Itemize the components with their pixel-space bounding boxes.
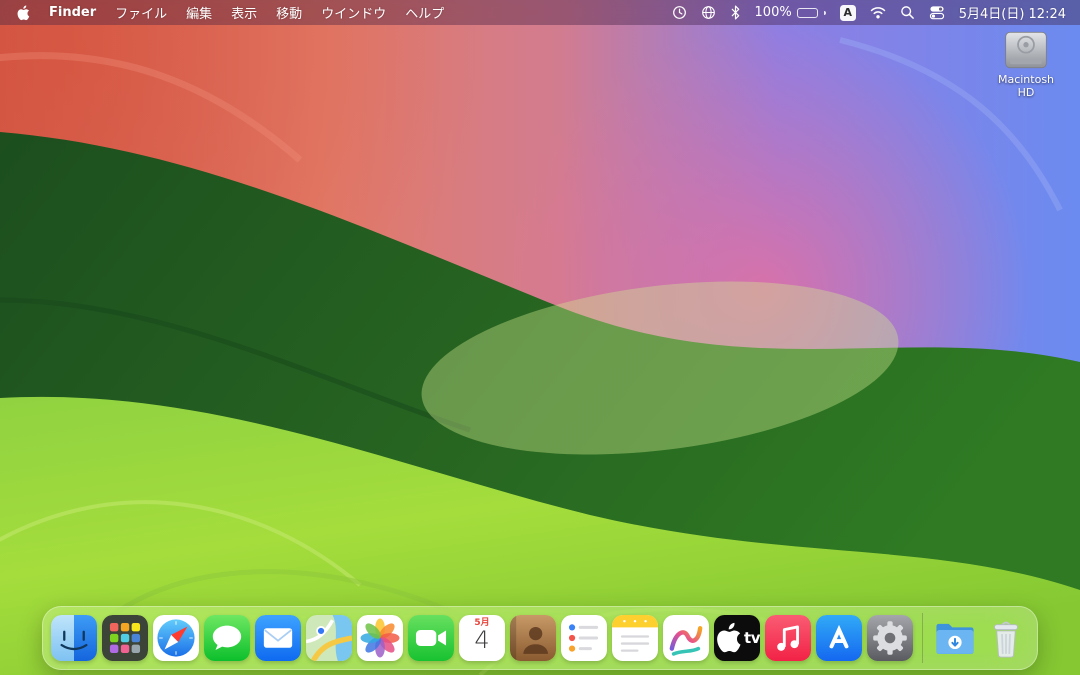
tv-logo-label: tv xyxy=(744,629,760,647)
dock-item-maps[interactable] xyxy=(306,615,352,661)
macos-desktop: Finder ファイル 編集 表示 移動 ウインドウ ヘルプ xyxy=(0,0,1080,675)
notes-icon xyxy=(612,615,658,661)
downloads-folder-icon xyxy=(932,615,978,661)
dock-container: 5月 4 xyxy=(0,606,1080,670)
photos-icon xyxy=(357,615,403,661)
spotlight-icon[interactable] xyxy=(900,5,915,20)
menu-help[interactable]: ヘルプ xyxy=(405,3,444,22)
hard-drive-icon xyxy=(1003,30,1049,70)
battery-indicator[interactable]: 100% xyxy=(755,5,826,20)
mail-icon xyxy=(255,615,301,661)
battery-icon xyxy=(797,8,818,18)
battery-cap xyxy=(824,11,826,15)
dock-item-trash[interactable] xyxy=(983,615,1029,661)
menu-bar: Finder ファイル 編集 表示 移動 ウインドウ ヘルプ xyxy=(0,0,1080,25)
messages-icon xyxy=(204,615,250,661)
system-settings-icon xyxy=(867,615,913,661)
menu-bar-clock[interactable]: 5月4日(日) 12:24 xyxy=(959,3,1066,22)
control-center-icon[interactable] xyxy=(929,5,945,20)
dock-item-safari[interactable] xyxy=(153,615,199,661)
dock-item-app-store[interactable] xyxy=(816,615,862,661)
menu-bar-status: 100% A xyxy=(672,3,1066,22)
freeform-icon xyxy=(663,615,709,661)
apple-menu-icon[interactable] xyxy=(16,5,30,21)
menu-app-name[interactable]: Finder xyxy=(49,5,96,20)
dock-item-launchpad[interactable] xyxy=(102,615,148,661)
dock-item-messages[interactable] xyxy=(204,615,250,661)
menu-view[interactable]: 表示 xyxy=(231,3,257,22)
dock-item-mail[interactable] xyxy=(255,615,301,661)
menu-edit[interactable]: 編集 xyxy=(186,3,212,22)
app-store-icon xyxy=(816,615,862,661)
dock-item-tv[interactable]: tv xyxy=(714,615,760,661)
reminders-icon xyxy=(561,615,607,661)
dock-item-calendar[interactable]: 5月 4 xyxy=(459,615,505,661)
music-icon xyxy=(765,615,811,661)
dock-item-reminders[interactable] xyxy=(561,615,607,661)
bluetooth-icon[interactable] xyxy=(730,5,741,20)
trash-icon xyxy=(983,615,1029,661)
wifi-icon[interactable] xyxy=(870,6,886,19)
apple-logo-icon xyxy=(714,615,742,661)
dock-item-music[interactable] xyxy=(765,615,811,661)
launchpad-icon xyxy=(102,615,148,661)
battery-percent-label: 100% xyxy=(755,5,792,20)
input-source-badge[interactable]: A xyxy=(840,5,856,21)
facetime-icon xyxy=(408,615,454,661)
dock: 5月 4 xyxy=(42,606,1038,670)
menu-go[interactable]: 移動 xyxy=(276,3,302,22)
desktop-icon-label: Macintosh HD xyxy=(988,73,1064,99)
maps-icon xyxy=(306,615,352,661)
dock-item-downloads[interactable] xyxy=(932,615,978,661)
clock-icon[interactable] xyxy=(672,5,687,20)
dock-item-contacts[interactable] xyxy=(510,615,556,661)
calendar-day-label: 4 xyxy=(474,628,489,653)
contacts-icon xyxy=(510,615,556,661)
dock-item-facetime[interactable] xyxy=(408,615,454,661)
dock-item-notes[interactable] xyxy=(612,615,658,661)
dock-item-finder[interactable] xyxy=(51,615,97,661)
dock-item-freeform[interactable] xyxy=(663,615,709,661)
desktop-icon-macintosh-hd[interactable]: Macintosh HD xyxy=(988,30,1064,99)
safari-icon xyxy=(153,615,199,661)
dock-divider xyxy=(922,613,923,663)
finder-icon xyxy=(51,615,97,661)
globe-icon[interactable] xyxy=(701,5,716,20)
sonoma-wallpaper xyxy=(0,0,1080,675)
dock-item-system-settings[interactable] xyxy=(867,615,913,661)
dock-item-photos[interactable] xyxy=(357,615,403,661)
menu-window[interactable]: ウインドウ xyxy=(321,3,386,22)
menu-bar-left: Finder ファイル 編集 表示 移動 ウインドウ ヘルプ xyxy=(16,3,444,22)
menu-file[interactable]: ファイル xyxy=(115,3,167,22)
